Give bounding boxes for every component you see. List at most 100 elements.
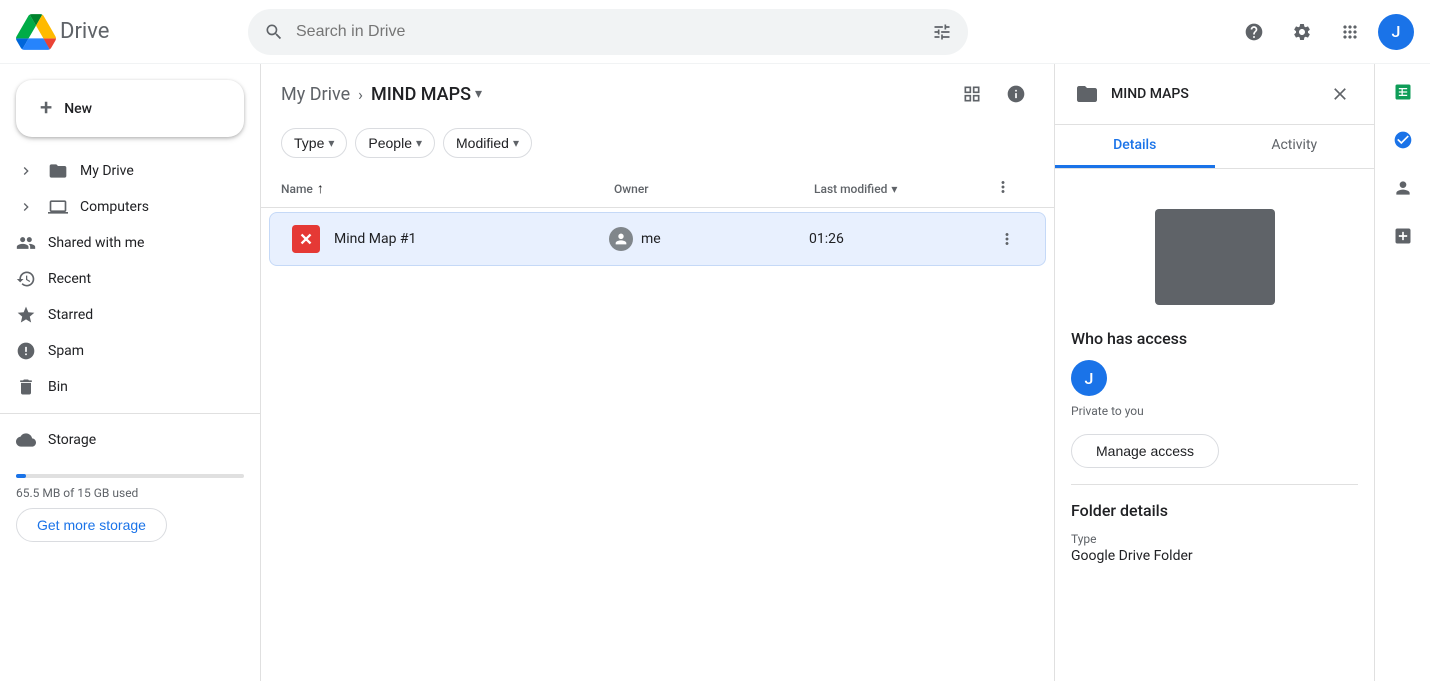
actions-column-header [994,178,1034,199]
breadcrumb-current[interactable]: MIND MAPS ▾ [371,84,482,105]
table-row[interactable]: ✕ Mind Map #1 me 01:26 [269,212,1046,266]
file-more-button[interactable] [989,221,1025,257]
modified-column-label: Last modified [814,182,887,196]
name-column-label: Name [281,182,313,196]
tab-activity[interactable]: Activity [1215,125,1375,168]
storage-bar-bg [16,474,244,478]
storage-section: 65.5 MB of 15 GB used Get more storage [0,458,260,558]
sidebar-item-shared[interactable]: Shared with me [0,225,244,261]
file-type-icon: ✕ [290,223,322,255]
content-header: My Drive › MIND MAPS ▾ [261,64,1054,124]
sidebar-item-recent[interactable]: Recent [0,261,244,297]
file-modified: 01:26 [809,231,989,247]
storage-label: Storage [48,432,96,448]
type-filter-label: Type [294,135,324,151]
add-side-button[interactable] [1383,216,1423,256]
panel-close-button[interactable] [1322,76,1358,112]
access-section: Who has access J Private to you Manage a… [1071,329,1358,484]
sidebar-item-my-drive[interactable]: My Drive [0,153,244,189]
type-filter-button[interactable]: Type ▾ [281,128,347,158]
owner-avatar [609,227,633,251]
breadcrumb-current-label: MIND MAPS [371,84,471,105]
app-title: Drive [60,19,109,44]
logo-area: Drive [16,12,236,52]
starred-icon [16,305,36,325]
people-filter-label: People [368,135,412,151]
panel-tabs: Details Activity [1055,125,1374,169]
search-icon [264,22,284,42]
bin-icon [16,377,36,397]
user-avatar[interactable]: J [1378,14,1414,50]
access-title: Who has access [1071,329,1358,348]
people-filter-button[interactable]: People ▾ [355,128,435,158]
new-button[interactable]: + New [16,80,244,137]
my-drive-folder-icon [48,161,68,181]
settings-button[interactable] [1282,12,1322,52]
owner-column-label: Owner [614,182,649,196]
grid-view-button[interactable] [954,76,990,112]
filter-row: Type ▾ People ▾ Modified ▾ [261,124,1054,170]
file-owner-cell: me [609,227,809,251]
storage-bar-fill [16,474,26,478]
sidebar-item-bin[interactable]: Bin [0,369,244,405]
type-detail-row: Type Google Drive Folder [1071,532,1358,564]
search-bar[interactable] [248,9,968,55]
access-user-avatar: J [1071,360,1107,396]
panel-header: MIND MAPS [1055,64,1374,125]
main-layout: + New My Drive Computers Sha [0,64,1430,681]
folder-thumbnail [1155,209,1275,305]
recent-icon [16,269,36,289]
name-sort-icon: ↑ [317,180,324,197]
folder-preview [1071,185,1358,329]
sidebar-item-computers[interactable]: Computers [0,189,244,225]
computers-chevron-icon [16,197,36,217]
new-plus-icon: + [40,96,52,121]
sheets-side-button[interactable] [1383,72,1423,112]
tasks-side-button[interactable] [1383,120,1423,160]
breadcrumb-chevron-icon: ▾ [475,86,482,102]
spam-label: Spam [48,343,84,359]
modified-filter-label: Modified [456,135,509,151]
private-text: Private to you [1071,404,1358,418]
content-area: My Drive › MIND MAPS ▾ Type ▾ [260,64,1054,681]
search-options-icon[interactable] [932,22,952,42]
contacts-side-button[interactable] [1383,168,1423,208]
list-header: Name ↑ Owner Last modified ▾ [261,170,1054,208]
topbar-right: J [1234,12,1414,52]
name-column-header[interactable]: Name ↑ [281,180,614,197]
people-filter-chevron: ▾ [416,136,422,150]
breadcrumb-root[interactable]: My Drive [281,84,350,105]
breadcrumb: My Drive › MIND MAPS ▾ [281,84,946,105]
right-panel: MIND MAPS Details Activity Who has acces… [1054,64,1374,681]
shared-label: Shared with me [48,235,144,251]
panel-title: MIND MAPS [1111,86,1314,102]
sidebar-item-spam[interactable]: Spam [0,333,244,369]
folder-details-title: Folder details [1071,501,1358,520]
right-edge [1374,64,1430,681]
info-button[interactable] [998,76,1034,112]
search-input[interactable] [296,23,920,41]
help-button[interactable] [1234,12,1274,52]
tab-details[interactable]: Details [1055,125,1215,168]
type-filter-chevron: ▾ [328,136,334,150]
sidebar-item-storage[interactable]: Storage [0,422,244,458]
new-button-label: New [64,101,92,117]
breadcrumb-separator: › [358,85,363,104]
bin-label: Bin [48,379,68,395]
access-user: J [1071,360,1358,396]
computers-icon [48,197,68,217]
header-actions [954,76,1034,112]
storage-icon [16,430,36,450]
modified-filter-button[interactable]: Modified ▾ [443,128,532,158]
get-more-storage-button[interactable]: Get more storage [16,508,167,542]
starred-label: Starred [48,307,93,323]
type-detail-label: Type [1071,532,1358,546]
manage-access-button[interactable]: Manage access [1071,434,1219,468]
sidebar-item-starred[interactable]: Starred [0,297,244,333]
apps-button[interactable] [1330,12,1370,52]
computers-label: Computers [80,199,149,215]
sidebar: + New My Drive Computers Sha [0,64,260,681]
modified-column-header[interactable]: Last modified ▾ [814,182,994,196]
panel-content: Who has access J Private to you Manage a… [1055,169,1374,592]
sidebar-divider [0,413,260,414]
